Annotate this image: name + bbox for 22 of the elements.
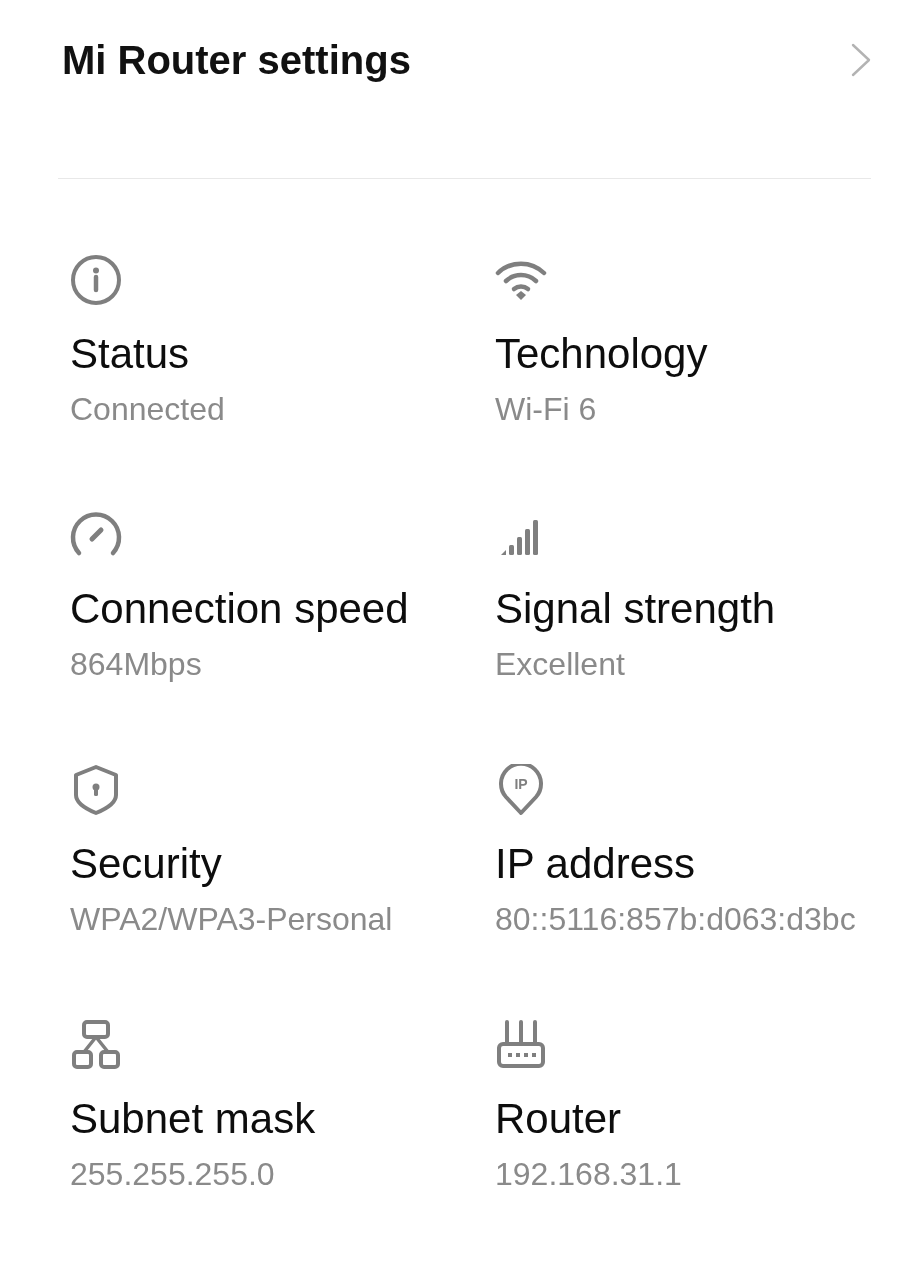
detail-value: WPA2/WPA3-Personal <box>70 901 393 937</box>
router-settings-link[interactable]: Mi Router settings <box>0 0 911 120</box>
detail-label: IP address <box>495 842 695 886</box>
detail-label: Router <box>495 1097 622 1141</box>
detail-value: 864Mbps <box>70 646 202 682</box>
chevron-right-icon <box>851 43 871 77</box>
router-icon <box>495 1019 547 1071</box>
info-icon <box>70 254 122 306</box>
icon-text: IP <box>514 776 528 792</box>
detail-value: Connected <box>70 391 225 427</box>
detail-value: 80::5116:857b:d063:d3bc <box>495 901 856 937</box>
detail-label: Status <box>70 332 190 376</box>
detail-value: Wi-Fi 6 <box>495 391 597 427</box>
detail-label: Subnet mask <box>70 1097 316 1141</box>
detail-label: Signal strength <box>495 587 776 631</box>
network-tree-icon <box>70 1019 122 1071</box>
detail-label: Security <box>70 842 222 886</box>
detail-value: 255.255.255.0 <box>70 1156 275 1192</box>
detail-value: Excellent <box>495 646 625 682</box>
detail-label: Technology <box>495 332 708 376</box>
detail-value: 192.168.31.1 <box>495 1156 682 1192</box>
detail-label: Connection speed <box>70 587 409 631</box>
